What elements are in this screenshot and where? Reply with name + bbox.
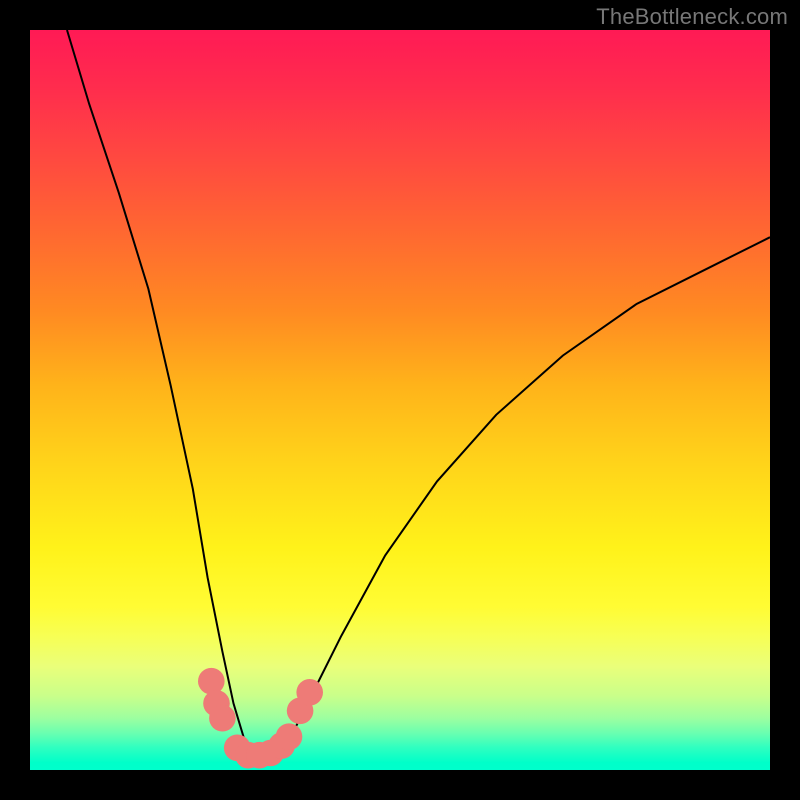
marker-layer [30, 30, 770, 770]
left-lower-dot [209, 705, 236, 732]
valley-dot-6 [276, 723, 303, 750]
plot-area [30, 30, 770, 770]
watermark-text: TheBottleneck.com [596, 4, 788, 30]
right-upper-dot [296, 679, 323, 706]
left-upper-dot [198, 668, 225, 695]
chart-frame: TheBottleneck.com [0, 0, 800, 800]
